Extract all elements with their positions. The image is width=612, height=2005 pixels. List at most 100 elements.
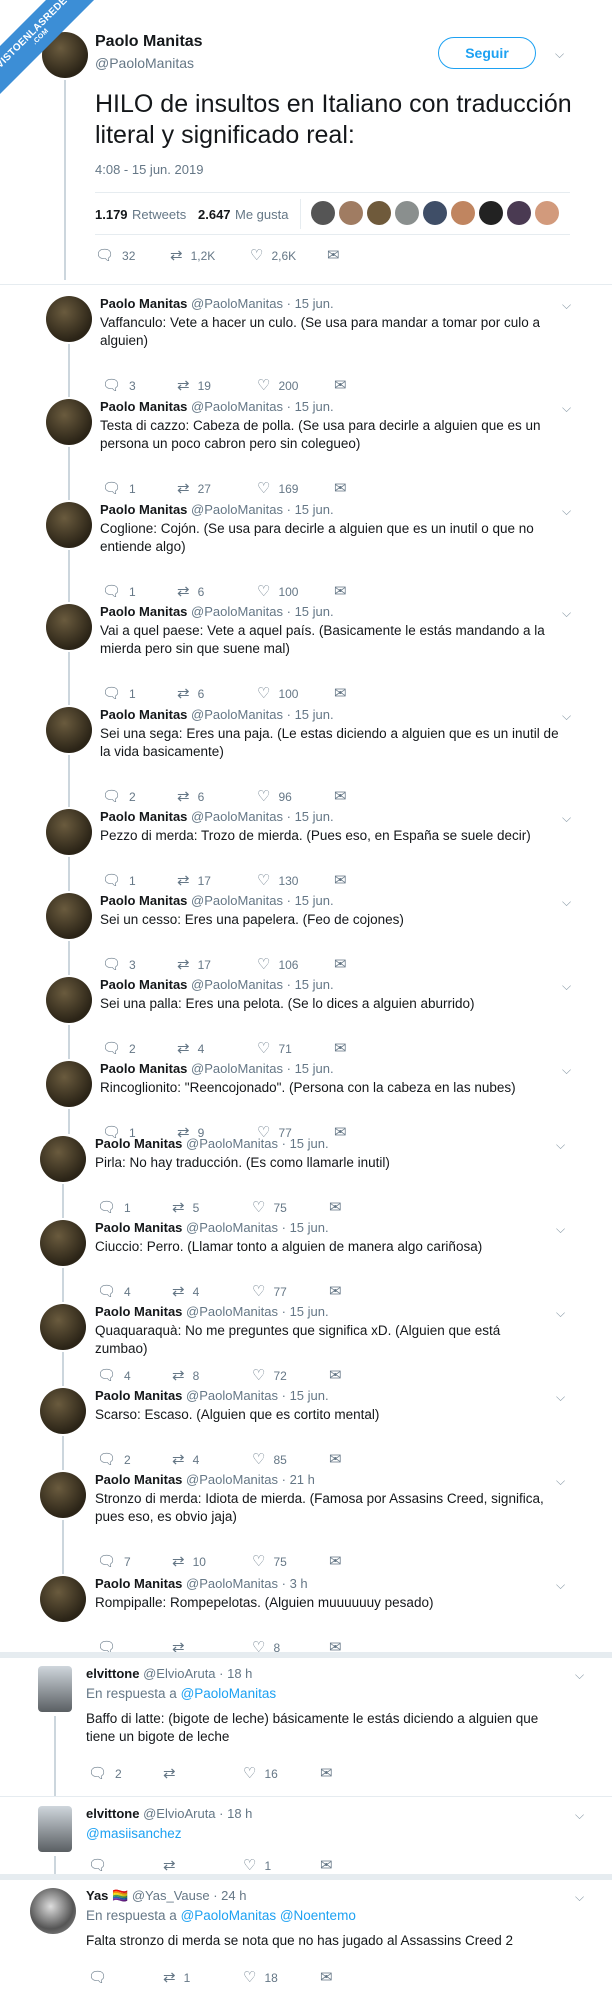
avatar[interactable] <box>30 1888 76 1934</box>
reply-button[interactable]: 🗨︎ 1 <box>102 481 136 499</box>
author-handle[interactable]: @PaoloManitas <box>191 707 283 722</box>
avatar[interactable] <box>395 201 419 225</box>
tweet-time[interactable]: · 15 jun. <box>287 502 334 517</box>
like-button[interactable]: ♡ 106 <box>257 957 298 975</box>
likes-stat[interactable]: 2.647 Me gusta <box>198 206 288 224</box>
retweet-button[interactable]: ⇄ 17 <box>177 957 211 975</box>
like-button[interactable]: ♡ 72 <box>252 1368 287 1386</box>
avatar[interactable] <box>311 201 335 225</box>
chevron-down-icon[interactable]: ⌵ <box>562 811 571 826</box>
like-button[interactable]: ♡ 77 <box>252 1284 287 1302</box>
tweet-time[interactable]: · 15 jun. <box>287 1061 334 1076</box>
dm-button[interactable]: ✉ <box>334 686 355 704</box>
retweet-button[interactable]: ⇄ 5 <box>172 1200 199 1218</box>
reply-button[interactable]: 🗨︎ 4 <box>97 1284 131 1302</box>
retweet-button[interactable]: ⇄ 10 <box>172 1554 206 1572</box>
avatar[interactable] <box>46 399 92 445</box>
avatar[interactable] <box>38 1806 72 1852</box>
dm-button[interactable]: ✉ <box>334 481 355 499</box>
author-name[interactable]: Paolo Manitas <box>95 1576 182 1591</box>
dm-button[interactable]: ✉ <box>334 1125 355 1143</box>
like-button[interactable]: ♡ 169 <box>257 481 298 499</box>
dm-button[interactable]: ✉ <box>334 789 355 807</box>
avatar[interactable] <box>46 296 92 342</box>
dm-button[interactable]: ✉ <box>320 1970 341 1988</box>
dm-button[interactable]: ✉ <box>329 1368 350 1386</box>
tweet-time[interactable]: · 15 jun. <box>287 893 334 908</box>
dm-button[interactable]: ✉ <box>334 584 355 602</box>
avatar[interactable] <box>423 201 447 225</box>
avatar[interactable] <box>479 201 503 225</box>
like-button[interactable]: ♡ 71 <box>257 1041 292 1059</box>
tweet-time[interactable]: · 18 h <box>219 1666 252 1681</box>
author-handle[interactable]: @PaoloManitas <box>95 55 194 71</box>
author-name[interactable]: Paolo Manitas <box>100 502 187 517</box>
author-name[interactable]: Paolo Manitas <box>95 1220 182 1235</box>
chevron-down-icon[interactable]: ⌵ <box>562 709 571 724</box>
dm-button[interactable]: ✉ <box>327 248 348 266</box>
retweet-button[interactable]: ⇄ 27 <box>177 481 211 499</box>
retweet-button[interactable]: ⇄ 6 <box>177 584 204 602</box>
tweet-time[interactable]: · 15 jun. <box>287 604 334 619</box>
chevron-down-icon[interactable]: ⌵ <box>556 1578 565 1593</box>
retweet-button[interactable]: ⇄ 1,2K <box>170 248 215 266</box>
like-button[interactable]: ♡ 130 <box>257 873 298 891</box>
tweet-time[interactable]: · 15 jun. <box>287 296 334 311</box>
avatar[interactable] <box>46 604 92 650</box>
avatar[interactable] <box>451 201 475 225</box>
reply-button[interactable]: 🗨︎ 3 <box>102 378 136 396</box>
tweet-time[interactable]: · 24 h <box>213 1888 246 1903</box>
reply-to-link[interactable]: @PaoloManitas <box>181 1686 277 1701</box>
reply-button[interactable]: 🗨︎ 1 <box>102 873 136 891</box>
avatar[interactable] <box>40 1576 86 1622</box>
tweet-time[interactable]: · 15 jun. <box>287 977 334 992</box>
author-handle[interactable]: @PaoloManitas <box>191 502 283 517</box>
chevron-down-icon[interactable]: ⌵ <box>556 1474 565 1489</box>
like-button[interactable]: ♡ 16 <box>243 1766 278 1784</box>
retweets-stat[interactable]: 1.179 Retweets <box>95 206 186 224</box>
like-button[interactable]: ♡ 75 <box>252 1554 287 1572</box>
tweet-time[interactable]: · 21 h <box>282 1472 315 1487</box>
dm-button[interactable]: ✉ <box>320 1766 341 1784</box>
dm-button[interactable]: ✉ <box>329 1284 350 1302</box>
tweet-time[interactable]: · 15 jun. <box>287 809 334 824</box>
chevron-down-icon[interactable]: ⌵ <box>562 504 571 519</box>
author-name[interactable]: Paolo Manitas <box>100 809 187 824</box>
retweet-button[interactable]: ⇄ 1 <box>163 1970 190 1988</box>
author-name[interactable]: Paolo Manitas <box>95 1472 182 1487</box>
chevron-down-icon[interactable]: ⌵ <box>556 1306 565 1321</box>
retweet-button[interactable]: ⇄ 19 <box>177 378 211 396</box>
chevron-down-icon[interactable]: ⌵ <box>562 1063 571 1078</box>
avatar[interactable] <box>507 201 531 225</box>
chevron-down-icon[interactable]: ⌵ <box>555 47 564 62</box>
avatar[interactable] <box>40 1304 86 1350</box>
tweet-time[interactable]: · 15 jun. <box>282 1220 329 1235</box>
author-handle[interactable]: @PaoloManitas <box>191 399 283 414</box>
like-button[interactable]: ♡ 100 <box>257 584 298 602</box>
chevron-down-icon[interactable]: ⌵ <box>562 895 571 910</box>
chevron-down-icon[interactable]: ⌵ <box>562 401 571 416</box>
author-name[interactable]: Paolo Manitas <box>95 33 203 51</box>
author-name[interactable]: Paolo Manitas <box>100 707 187 722</box>
retweet-button[interactable]: ⇄ 6 <box>177 686 204 704</box>
reply-button[interactable]: 🗨︎ 2 <box>88 1766 122 1784</box>
dm-button[interactable]: ✉ <box>329 1200 350 1218</box>
reply-button[interactable]: 🗨︎ 32 <box>95 248 135 266</box>
reply-button[interactable]: 🗨︎ 2 <box>102 1041 136 1059</box>
chevron-down-icon[interactable]: ⌵ <box>575 1890 584 1905</box>
author-name[interactable]: elvittone <box>86 1666 139 1681</box>
retweet-button[interactable]: ⇄ 4 <box>172 1452 199 1470</box>
author-handle[interactable]: @PaoloManitas <box>191 1061 283 1076</box>
dm-button[interactable]: ✉ <box>334 378 355 396</box>
chevron-down-icon[interactable]: ⌵ <box>562 606 571 621</box>
reply-button[interactable]: 🗨︎ 2 <box>97 1452 131 1470</box>
reply-button[interactable]: 🗨︎ <box>88 1970 115 1988</box>
dm-button[interactable]: ✉ <box>334 1041 355 1059</box>
chevron-down-icon[interactable]: ⌵ <box>556 1390 565 1405</box>
author-handle[interactable]: @PaoloManitas <box>186 1304 278 1319</box>
chevron-down-icon[interactable]: ⌵ <box>575 1808 584 1823</box>
avatar[interactable] <box>38 1666 72 1712</box>
author-name[interactable]: Paolo Manitas <box>100 604 187 619</box>
dm-button[interactable]: ✉ <box>329 1554 350 1572</box>
author-handle[interactable]: @PaoloManitas <box>186 1388 278 1403</box>
